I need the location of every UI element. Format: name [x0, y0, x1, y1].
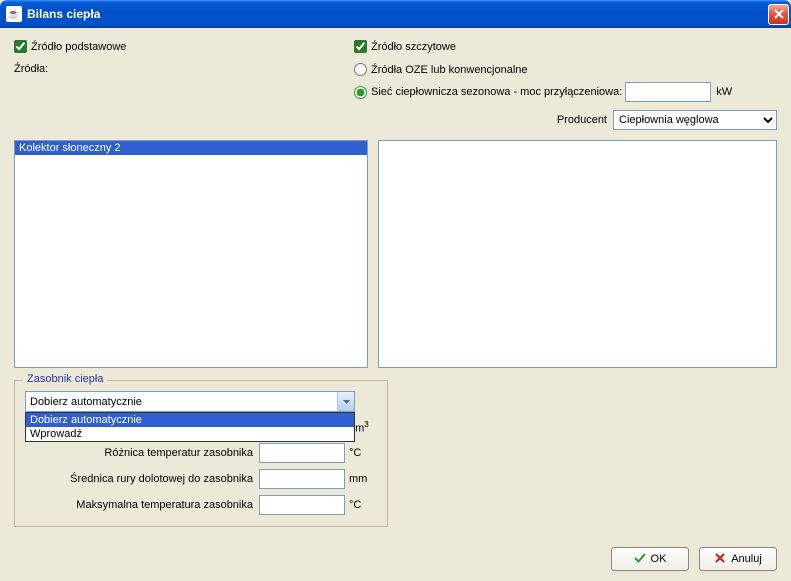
close-icon: [774, 9, 784, 19]
connection-power-unit: kW: [716, 86, 732, 98]
peak-source-checkbox[interactable]: [354, 40, 367, 53]
dropdown-item-manual[interactable]: Wprowadź: [26, 427, 354, 441]
oze-radio[interactable]: [354, 63, 367, 76]
cancel-icon: [714, 552, 726, 567]
tank-temp-diff-unit: °C: [349, 447, 377, 459]
close-button[interactable]: [768, 4, 789, 25]
cancel-button[interactable]: Anuluj: [699, 547, 777, 571]
max-tank-temp-unit: °C: [349, 499, 377, 511]
title-bar: ☕ Bilans ciepła: [0, 0, 791, 28]
inlet-pipe-diameter-input[interactable]: [259, 469, 345, 489]
max-tank-temp-input[interactable]: [259, 495, 345, 515]
inlet-pipe-diameter-label: Średnica rury dolotowej do zasobnika: [70, 473, 253, 485]
inlet-pipe-diameter-unit: mm: [349, 473, 377, 485]
ok-label: OK: [651, 553, 667, 565]
tank-temp-diff-input[interactable]: [259, 443, 345, 463]
chevron-down-icon: [337, 392, 354, 411]
sources-label: Źródła:: [14, 63, 354, 75]
tank-mode-dropdown[interactable]: Dobierz automatycznie Wprowadź: [25, 412, 355, 442]
dropdown-item-auto[interactable]: Dobierz automatycznie: [26, 413, 354, 427]
peak-source-label: Źródło szczytowe: [371, 41, 456, 53]
cancel-label: Anuluj: [731, 553, 762, 565]
oze-radio-label: Źródła OZE lub konwencjonalne: [371, 64, 528, 76]
heat-tank-legend: Zasobnik ciepła: [23, 373, 107, 385]
producer-select[interactable]: Ciepłownia węglowa: [613, 110, 777, 130]
siec-radio[interactable]: [354, 86, 367, 99]
right-source-listbox[interactable]: [378, 140, 777, 368]
window-title: Bilans ciepła: [27, 7, 768, 21]
list-item[interactable]: Kolektor słoneczny 2: [15, 141, 367, 155]
siec-radio-label: Sieć ciepłownicza sezonowa - moc przyłąc…: [371, 86, 622, 98]
java-icon: ☕: [6, 6, 22, 22]
connection-power-input[interactable]: [625, 82, 711, 102]
producer-label: Producent: [557, 114, 607, 126]
primary-source-checkbox[interactable]: [14, 40, 27, 53]
primary-source-label: Źródło podstawowe: [31, 41, 126, 53]
ok-button[interactable]: OK: [611, 547, 689, 571]
tank-mode-select[interactable]: Dobierz automatycznie: [25, 391, 355, 412]
heat-tank-fieldset: Zasobnik ciepła Dobierz automatycznie Do…: [14, 380, 388, 527]
max-tank-temp-label: Maksymalna temperatura zasobnika: [76, 499, 253, 511]
tank-temp-diff-label: Różnica temperatur zasobnika: [104, 447, 253, 459]
dialog-footer: OK Anuluj: [611, 547, 777, 571]
tank-mode-value: Dobierz automatycznie: [30, 396, 337, 408]
left-source-listbox[interactable]: Kolektor słoneczny 2: [14, 140, 368, 368]
check-icon: [634, 552, 646, 567]
